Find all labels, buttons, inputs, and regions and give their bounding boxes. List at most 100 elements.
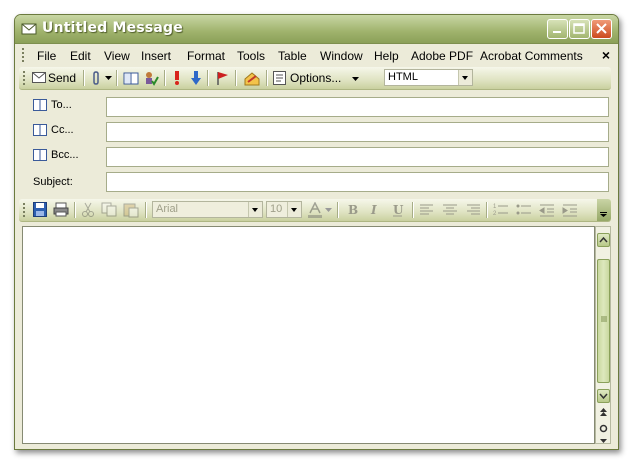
scroll-thumb[interactable] — [597, 259, 610, 383]
cc-field[interactable] — [106, 122, 609, 142]
decrease-indent-icon[interactable] — [539, 202, 555, 218]
minimize-icon — [553, 31, 561, 33]
toolbar-separator — [83, 70, 85, 86]
maximize-icon — [573, 23, 585, 34]
bcc-button[interactable]: Bcc... — [29, 147, 95, 165]
vertical-scrollbar[interactable] — [595, 226, 611, 444]
standard-toolbar: Send Options... HTML — [19, 67, 611, 90]
message-body[interactable] — [22, 226, 595, 444]
svg-text:I: I — [370, 203, 377, 217]
message-format-select[interactable]: HTML — [384, 69, 473, 86]
menu-acrobat-comments[interactable]: Acrobat Comments — [480, 49, 583, 63]
toolbar-separator — [266, 70, 268, 86]
minimize-button[interactable] — [547, 19, 568, 39]
high-importance-icon[interactable] — [171, 70, 183, 86]
cut-icon[interactable] — [81, 202, 95, 218]
bold-icon[interactable]: B — [346, 202, 360, 218]
menu-file[interactable]: File — [37, 49, 56, 63]
window-title: Untitled Message — [42, 20, 183, 36]
bcc-field[interactable] — [106, 147, 609, 167]
close-icon — [596, 23, 607, 34]
close-button[interactable] — [591, 19, 612, 39]
signature-icon[interactable] — [243, 70, 261, 86]
envelope-icon — [21, 23, 37, 35]
to-button[interactable]: To... — [29, 97, 95, 115]
grip-icon[interactable] — [22, 48, 25, 62]
copy-icon[interactable] — [101, 202, 117, 218]
title-bar[interactable]: Untitled Message — [15, 15, 618, 44]
to-label: To... — [51, 99, 72, 111]
save-icon[interactable] — [33, 202, 47, 218]
toolbar-separator — [145, 202, 147, 218]
menubar-close-button[interactable]: × — [602, 47, 610, 63]
font-color-icon[interactable] — [307, 202, 323, 218]
font-color-dropdown-icon[interactable] — [325, 208, 332, 224]
grip-icon[interactable] — [23, 71, 26, 85]
attach-dropdown-icon[interactable] — [105, 76, 112, 92]
grip-icon[interactable] — [23, 203, 26, 217]
check-names-icon[interactable] — [143, 70, 159, 86]
print-icon[interactable] — [53, 202, 69, 218]
select-browse-object-icon[interactable] — [599, 424, 608, 433]
previous-page-icon[interactable] — [599, 408, 608, 417]
menu-table[interactable]: Table — [278, 49, 307, 63]
toolbar-separator — [412, 202, 414, 218]
bulleted-list-icon[interactable] — [516, 202, 532, 218]
svg-text:U: U — [393, 203, 404, 217]
numbered-list-icon[interactable]: 12 — [493, 202, 509, 218]
font-value: Arial — [156, 203, 179, 215]
options-dropdown-icon — [352, 77, 359, 81]
menu-bar: File Edit View Insert Format Tools Table… — [15, 44, 618, 66]
grip-icon — [601, 316, 607, 322]
toolbar-separator — [164, 70, 166, 86]
menu-edit[interactable]: Edit — [70, 49, 91, 63]
menu-format[interactable]: Format — [187, 49, 225, 63]
low-importance-icon[interactable] — [190, 70, 202, 86]
attach-icon[interactable] — [91, 70, 103, 86]
flag-icon[interactable] — [215, 70, 229, 86]
paste-icon[interactable] — [123, 202, 139, 218]
chevron-down-icon — [287, 202, 301, 217]
subject-label: Subject: — [33, 176, 73, 188]
options-icon — [273, 71, 286, 85]
send-button[interactable]: Send — [32, 70, 78, 86]
toolbar-separator — [74, 202, 76, 218]
align-left-icon[interactable] — [419, 202, 435, 218]
chevron-down-icon — [600, 212, 607, 217]
next-page-icon[interactable] — [599, 439, 608, 444]
align-right-icon[interactable] — [465, 202, 481, 218]
toolbar-separator — [337, 202, 339, 218]
maximize-button[interactable] — [569, 19, 590, 39]
cc-button[interactable]: Cc... — [29, 122, 95, 140]
align-center-icon[interactable] — [442, 202, 458, 218]
menu-view[interactable]: View — [104, 49, 130, 63]
address-book-icon — [33, 124, 47, 136]
subject-field[interactable] — [106, 172, 609, 192]
scroll-down-button[interactable] — [597, 389, 610, 403]
send-label: Send — [48, 71, 77, 85]
to-field[interactable] — [106, 97, 609, 117]
options-button[interactable]: Options... — [273, 70, 359, 86]
scroll-up-button[interactable] — [597, 233, 610, 247]
menu-adobe-pdf[interactable]: Adobe PDF — [411, 49, 473, 63]
message-header: To... Cc... Bcc... Subject: — [15, 91, 618, 196]
underline-icon[interactable]: U — [391, 202, 405, 218]
font-select[interactable]: Arial — [152, 201, 263, 218]
toolbar-separator — [116, 70, 118, 86]
address-book-icon — [33, 99, 47, 111]
toolbar-options-button[interactable] — [597, 199, 611, 221]
font-size-value: 10 — [270, 203, 283, 215]
menu-tools[interactable]: Tools — [237, 49, 265, 63]
chevron-up-icon — [599, 236, 608, 243]
svg-text:B: B — [348, 203, 358, 217]
increase-indent-icon[interactable] — [562, 202, 578, 218]
menu-insert[interactable]: Insert — [141, 49, 171, 63]
toolbar-separator — [207, 70, 209, 86]
send-envelope-icon — [32, 72, 46, 83]
chevron-down-icon — [458, 70, 472, 85]
italic-icon[interactable]: I — [368, 202, 382, 218]
menu-help[interactable]: Help — [374, 49, 399, 63]
font-size-select[interactable]: 10 — [266, 201, 302, 218]
menu-window[interactable]: Window — [320, 49, 363, 63]
address-book-icon[interactable] — [123, 70, 139, 86]
